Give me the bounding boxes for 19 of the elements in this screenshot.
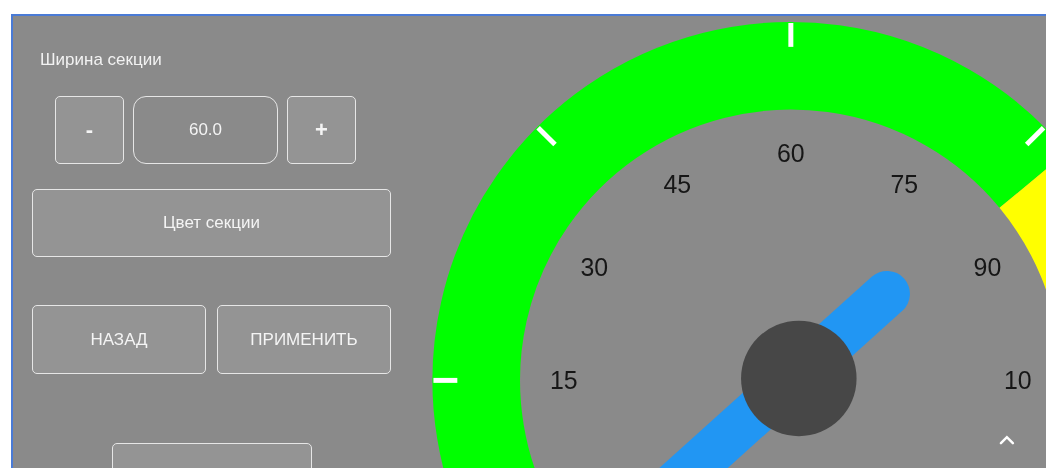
tick-mark [536,125,557,147]
increment-button[interactable]: + [287,96,356,164]
decrement-button[interactable]: - [55,96,124,164]
scale-label: 60 [777,139,805,168]
apply-button[interactable]: ПРИМЕНИТЬ [217,305,391,374]
tick-mark [788,22,794,47]
scale-label: 90 [973,252,1002,281]
tick-mark [433,377,458,383]
back-button[interactable]: НАЗАД [32,305,206,374]
scale-label: 15 [550,366,578,395]
scale-label: 45 [663,169,692,198]
width-value-field[interactable]: 60.0 [133,96,278,164]
scale-label: 75 [890,169,919,198]
section-width-label: Ширина секции [40,49,162,71]
scale-label: 30 [580,252,609,281]
section-color-button[interactable]: Цвет секции [32,189,391,257]
scale-label: 10 [1004,366,1032,395]
chevron-up-icon[interactable] [999,435,1015,445]
tick-mark [1024,125,1046,147]
